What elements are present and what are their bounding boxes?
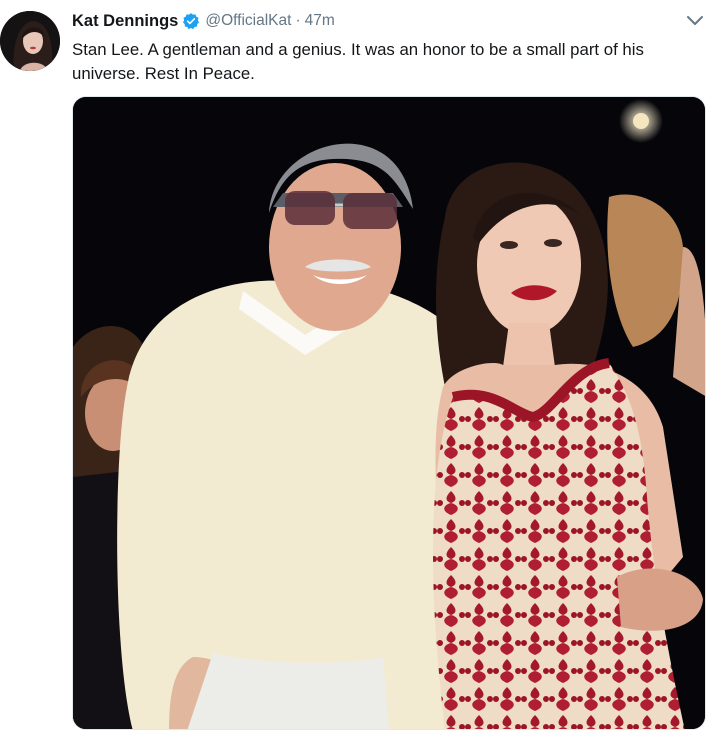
separator-dot: · xyxy=(295,12,301,29)
verified-badge-icon xyxy=(182,12,200,30)
tweet-header: Kat Dennings @OfficialKat · 47m xyxy=(72,10,335,32)
avatar[interactable] xyxy=(0,11,60,71)
tweet-photo[interactable] xyxy=(72,96,706,730)
author-name[interactable]: Kat Dennings xyxy=(72,12,178,31)
tweet-card[interactable]: Kat Dennings @OfficialKat · 47m Stan Lee… xyxy=(0,0,718,748)
author-handle[interactable]: @OfficialKat xyxy=(205,12,291,30)
chevron-down-icon[interactable] xyxy=(686,14,704,26)
tweet-text: Stan Lee. A gentleman and a genius. It w… xyxy=(72,40,644,83)
timestamp[interactable]: 47m xyxy=(305,12,335,30)
